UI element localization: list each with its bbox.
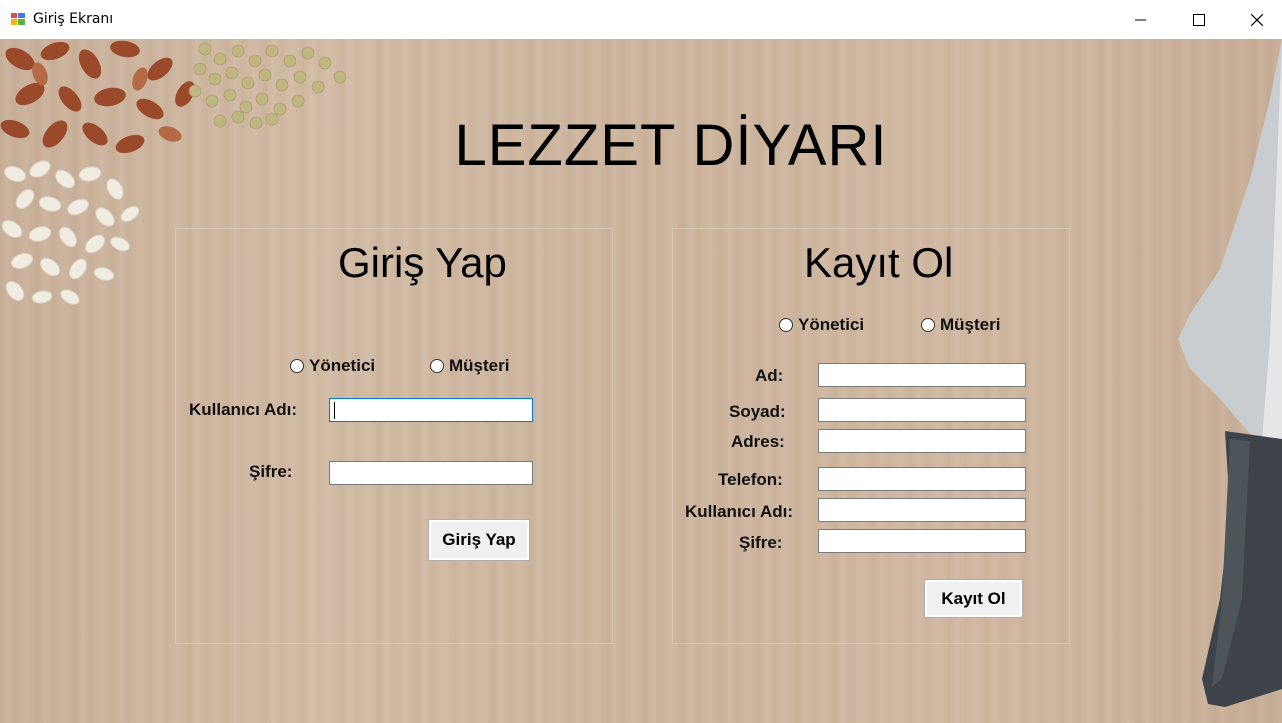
register-submit-button[interactable]: Kayıt Ol [924, 579, 1023, 618]
register-adres-input[interactable] [818, 429, 1026, 453]
maximize-icon [1193, 13, 1205, 26]
form-background: LEZZET DİYARI Giriş Yap Yönetici Müşteri… [0, 39, 1282, 723]
register-role-yonetici-label: Yönetici [798, 315, 865, 334]
register-role-musteri-label: Müşteri [940, 315, 1001, 334]
register-soyad-label: Soyad: [729, 402, 786, 421]
register-password-label: Şifre: [739, 533, 783, 552]
login-role-musteri-label: Müşteri [449, 356, 510, 375]
minimize-button[interactable] [1112, 0, 1170, 39]
radio-circle-icon [779, 318, 793, 332]
register-password-input[interactable] [818, 529, 1026, 553]
radio-circle-icon [290, 359, 304, 373]
register-soyad-input[interactable] [818, 398, 1026, 422]
register-heading: Kayıt Ol [804, 239, 954, 286]
login-role-yonetici-radio[interactable]: Yönetici [290, 356, 375, 376]
close-button[interactable] [1228, 0, 1282, 39]
login-role-musteri-radio[interactable]: Müşteri [430, 356, 509, 376]
register-adres-label: Adres: [731, 432, 785, 451]
maximize-button[interactable] [1170, 0, 1228, 39]
app-title: LEZZET DİYARI [454, 113, 888, 178]
register-ad-input[interactable] [818, 363, 1026, 387]
login-submit-button[interactable]: Giriş Yap [428, 519, 530, 561]
app-icon [11, 13, 25, 25]
minimize-icon [1135, 19, 1146, 20]
login-heading: Giriş Yap [338, 239, 507, 286]
login-password-input[interactable] [329, 461, 533, 485]
title-bar: Giriş Ekranı [0, 0, 1282, 39]
login-role-yonetici-label: Yönetici [309, 356, 376, 375]
login-panel: Giriş Yap Yönetici Müşteri Kullanıcı Adı… [175, 228, 613, 644]
register-username-label: Kullanıcı Adı: [685, 502, 793, 521]
login-username-label: Kullanıcı Adı: [189, 400, 297, 419]
register-username-input[interactable] [818, 498, 1026, 522]
window-title: Giriş Ekranı [33, 11, 114, 27]
login-username-input[interactable] [329, 398, 533, 422]
register-ad-label: Ad: [755, 366, 784, 385]
radio-circle-icon [430, 359, 444, 373]
register-telefon-label: Telefon: [718, 470, 783, 489]
register-role-musteri-radio[interactable]: Müşteri [921, 315, 1000, 335]
close-icon [1251, 13, 1263, 26]
register-role-yonetici-radio[interactable]: Yönetici [779, 315, 864, 335]
register-panel: Kayıt Ol Yönetici Müşteri Ad: Soyad: Adr… [672, 228, 1070, 644]
text-caret [334, 402, 335, 419]
login-password-label: Şifre: [249, 462, 293, 481]
radio-circle-icon [921, 318, 935, 332]
register-telefon-input[interactable] [818, 467, 1026, 491]
